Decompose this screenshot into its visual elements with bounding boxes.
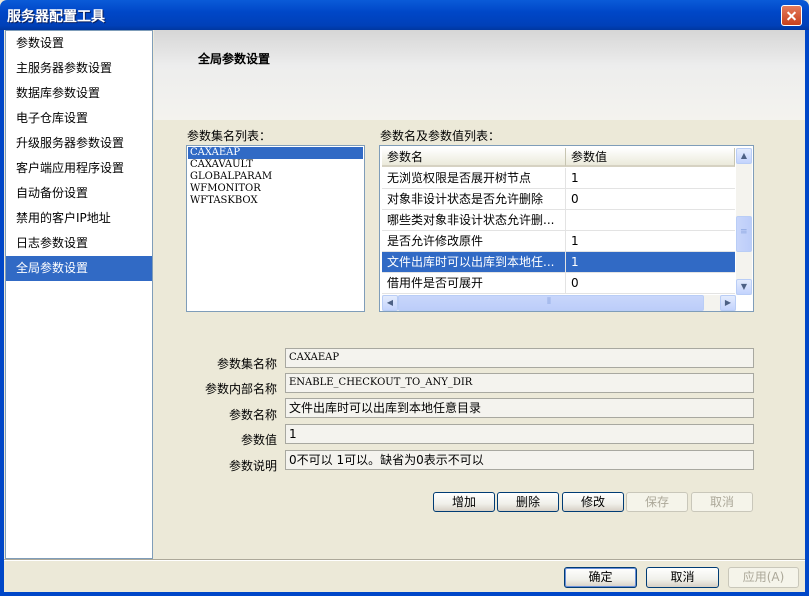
sidebar-item-log-params[interactable]: 日志参数设置: [6, 231, 152, 256]
window-frame-left: [0, 30, 4, 596]
cell-param-name: 对象非设计状态是否允许删除: [382, 189, 566, 210]
cell-param-value: 1: [566, 231, 735, 252]
action-cancel-button[interactable]: 取消: [691, 492, 753, 512]
sidebar-item-database[interactable]: 数据库参数设置: [6, 81, 152, 106]
cell-param-value: 0: [566, 273, 735, 294]
cell-param-name: 是否允许修改原件: [382, 231, 566, 252]
table-row[interactable]: 无浏览权限是否展开树节点 1: [382, 168, 735, 189]
table-row[interactable]: 是否允许修改原件 1: [382, 231, 735, 252]
description-field[interactable]: 0不可以 1可以。缺省为0表示不可以: [285, 450, 754, 470]
param-grid[interactable]: 参数名 参数值 无浏览权限是否展开树节点 1 对象非设计状态是否允许删除 0 哪…: [379, 145, 754, 312]
delete-button[interactable]: 删除: [497, 492, 559, 512]
set-list-label: 参数集名列表：: [187, 129, 272, 143]
sidebar-item-upgrade-server[interactable]: 升级服务器参数设置: [6, 131, 152, 156]
sidebar-item-banned-ip[interactable]: 禁用的客户IP地址: [6, 206, 152, 231]
sidebar-nav: 参数设置 主服务器参数设置 数据库参数设置 电子仓库设置 升级服务器参数设置 客…: [5, 30, 153, 559]
list-item[interactable]: CAXAEAP: [188, 147, 363, 159]
list-item[interactable]: CAXAVAULT: [188, 159, 363, 171]
content-header: 全局参数设置: [154, 30, 805, 120]
cancel-button[interactable]: 取消: [646, 567, 719, 588]
horizontal-scrollbar[interactable]: ◀ ⦀ ▶: [382, 295, 736, 311]
window-title: 服务器配置工具: [7, 9, 105, 25]
window-frame-right: [805, 30, 809, 596]
cell-param-name: 哪些类对象非设计状态允许删...: [382, 210, 566, 231]
scroll-up-button[interactable]: ▲: [736, 148, 752, 164]
param-value-label: 参数值: [240, 433, 277, 447]
sidebar-item-global-params[interactable]: 全局参数设置: [6, 256, 152, 281]
add-button[interactable]: 增加: [433, 492, 495, 512]
apply-button[interactable]: 应用(A): [728, 567, 799, 588]
table-row[interactable]: 哪些类对象非设计状态允许删...: [382, 210, 735, 231]
footer-divider: [4, 559, 805, 561]
cell-param-name: 无浏览权限是否展开树节点: [382, 168, 566, 189]
modify-button[interactable]: 修改: [562, 492, 624, 512]
ok-button[interactable]: 确定: [564, 567, 637, 588]
vertical-scroll-thumb[interactable]: ≡: [736, 216, 752, 252]
description-label: 参数说明: [228, 459, 277, 473]
table-row[interactable]: 借用件是否可展开 0: [382, 273, 735, 294]
cell-param-value: 0: [566, 189, 735, 210]
window-frame-bottom: [0, 592, 809, 596]
cell-param-value: [566, 210, 735, 231]
chevron-up-icon: ▲: [740, 151, 748, 160]
save-button[interactable]: 保存: [626, 492, 688, 512]
list-item[interactable]: GLOBALPARAM: [188, 171, 363, 183]
grid-header: 参数名 参数值: [382, 148, 735, 168]
column-header-value[interactable]: 参数值: [566, 148, 735, 167]
param-value-field[interactable]: 1: [285, 424, 754, 444]
cell-param-value: 1: [566, 252, 735, 273]
scroll-right-button[interactable]: ▶: [720, 295, 736, 311]
internal-name-label: 参数内部名称: [204, 382, 277, 396]
sidebar-item-auto-backup[interactable]: 自动备份设置: [6, 181, 152, 206]
list-item[interactable]: WFTASKBOX: [188, 195, 363, 207]
set-name-label: 参数集名称: [216, 357, 277, 371]
param-name-label: 参数名称: [228, 408, 277, 422]
internal-name-field[interactable]: ENABLE_CHECKOUT_TO_ANY_DIR: [285, 373, 754, 393]
grip-icon: ≡: [740, 227, 748, 237]
chevron-left-icon: ◀: [386, 298, 394, 307]
title-bar[interactable]: 服务器配置工具: [0, 0, 809, 30]
set-name-field[interactable]: CAXAEAP: [285, 348, 754, 368]
sidebar-item-vault[interactable]: 电子仓库设置: [6, 106, 152, 131]
table-row[interactable]: 对象非设计状态是否允许删除 0: [382, 189, 735, 210]
chevron-down-icon: ▼: [740, 282, 748, 291]
sidebar-item-main-server[interactable]: 主服务器参数设置: [6, 56, 152, 81]
page-title: 全局参数设置: [198, 52, 271, 66]
cell-param-value: 1: [566, 168, 735, 189]
scroll-left-button[interactable]: ◀: [382, 295, 398, 311]
table-row[interactable]: 文件出库时可以出库到本地任... 1: [382, 252, 735, 273]
vertical-scrollbar[interactable]: ▲ ≡ ▼: [736, 148, 752, 295]
cell-param-name: 借用件是否可展开: [382, 273, 566, 294]
column-header-name[interactable]: 参数名: [382, 148, 566, 167]
sidebar-item-client-apps[interactable]: 客户端应用程序设置: [6, 156, 152, 181]
param-list-label: 参数名及参数值列表：: [380, 129, 501, 143]
grip-icon: ⦀: [547, 297, 551, 307]
chevron-right-icon: ▶: [724, 298, 732, 307]
horizontal-scroll-thumb[interactable]: ⦀: [398, 295, 704, 311]
sidebar-item-param-settings[interactable]: 参数设置: [6, 31, 152, 56]
cell-param-name: 文件出库时可以出库到本地任...: [382, 252, 566, 273]
close-button[interactable]: [781, 5, 802, 26]
scroll-down-button[interactable]: ▼: [736, 279, 752, 295]
param-name-field[interactable]: 文件出库时可以出库到本地任意目录: [285, 398, 754, 418]
set-listbox[interactable]: CAXAEAP CAXAVAULT GLOBALPARAM WFMONITOR …: [186, 145, 365, 312]
list-item[interactable]: WFMONITOR: [188, 183, 363, 195]
